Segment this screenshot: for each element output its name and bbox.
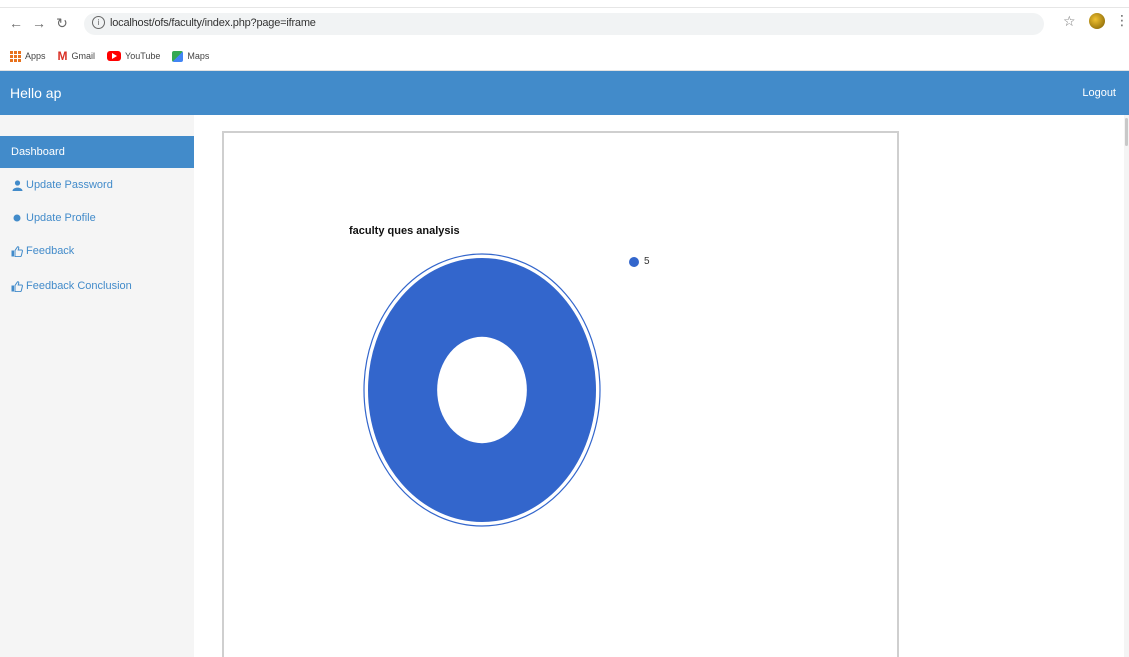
- sidebar-item-feedback[interactable]: Feedback: [0, 235, 194, 267]
- page-title: Hello ap: [10, 85, 62, 101]
- tab-strip-line: [0, 7, 1129, 8]
- pie-chart: [363, 253, 601, 527]
- bookmark-star-icon[interactable]: ☆: [1063, 13, 1076, 30]
- bookmark-label: Gmail: [71, 51, 96, 61]
- address-bar[interactable]: i localhost/ofs/faculty/index.php?page=i…: [84, 13, 1044, 35]
- user-icon: [11, 179, 23, 191]
- thumbs-up-icon: [11, 280, 23, 292]
- legend-label: 5: [644, 256, 650, 267]
- apps-grid-icon: [10, 50, 21, 62]
- chart-legend: 5: [629, 256, 650, 267]
- chart-title: faculty ques analysis: [349, 225, 460, 237]
- page-scrollbar[interactable]: [1124, 115, 1129, 657]
- scrollbar-thumb[interactable]: [1125, 118, 1128, 146]
- sidebar-item-feedback-conclusion[interactable]: Feedback Conclusion: [0, 270, 194, 302]
- gmail-icon: M: [57, 49, 68, 63]
- browser-chrome: ← → ↻ i localhost/ofs/faculty/index.php?…: [0, 0, 1129, 71]
- thumbs-up-icon: [11, 245, 23, 257]
- sidebar-item-label: Update Password: [26, 179, 113, 191]
- bookmark-apps[interactable]: Apps: [10, 50, 46, 62]
- youtube-icon: [107, 51, 122, 61]
- profile-avatar[interactable]: [1089, 13, 1105, 29]
- bookmark-label: YouTube: [125, 51, 161, 61]
- maps-icon: [172, 50, 184, 62]
- address-url[interactable]: localhost/ofs/faculty/index.php?page=ifr…: [110, 17, 316, 29]
- sidebar-item-label: Feedback: [26, 245, 75, 257]
- app-header: Hello ap Logout: [0, 71, 1129, 115]
- browser-menu-icon[interactable]: ⋮: [1115, 12, 1129, 29]
- bookmarks-bar: Apps M Gmail YouTube Maps: [10, 48, 209, 64]
- reload-icon[interactable]: ↻: [53, 13, 71, 33]
- forward-arrow-icon[interactable]: →: [30, 13, 48, 33]
- back-arrow-icon[interactable]: ←: [7, 13, 25, 33]
- donut-hole: [437, 336, 527, 444]
- sidebar-item-label: Update Profile: [26, 212, 96, 224]
- info-icon[interactable]: i: [92, 16, 105, 29]
- sidebar: Dashboard Update Password Update Profile…: [0, 115, 194, 657]
- logout-link[interactable]: Logout: [1082, 87, 1116, 99]
- dot-icon: [11, 214, 23, 222]
- bookmark-label: Apps: [25, 51, 46, 61]
- bookmark-youtube[interactable]: YouTube: [107, 51, 160, 61]
- bookmark-label: Maps: [187, 51, 210, 61]
- sidebar-item-dashboard[interactable]: Dashboard: [0, 136, 194, 168]
- sidebar-item-label: Feedback Conclusion: [26, 280, 132, 292]
- chart-frame: faculty ques analysis 5: [222, 131, 899, 657]
- sidebar-item-update-password[interactable]: Update Password: [0, 169, 194, 201]
- bookmark-gmail[interactable]: M Gmail: [58, 49, 96, 63]
- sidebar-item-update-profile[interactable]: Update Profile: [0, 202, 194, 234]
- sidebar-item-label: Dashboard: [11, 146, 65, 158]
- bookmark-maps[interactable]: Maps: [172, 50, 210, 62]
- legend-swatch: [629, 256, 639, 267]
